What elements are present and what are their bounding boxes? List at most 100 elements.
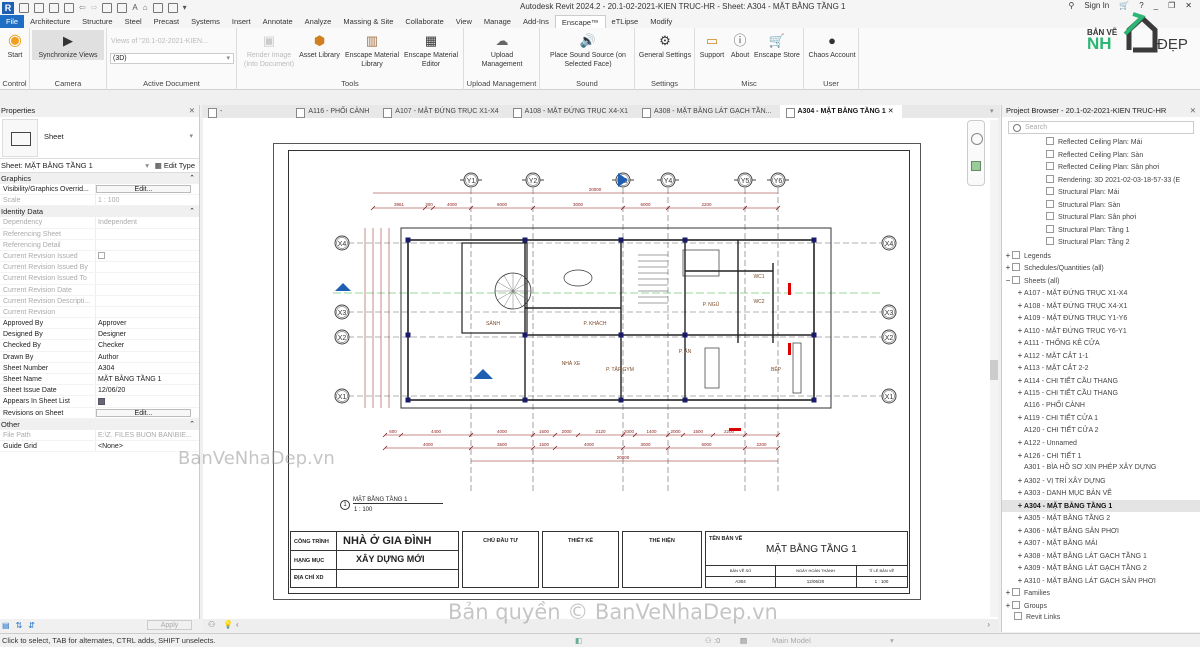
tree-item[interactable]: Reflected Ceiling Plan: Mái [1002, 137, 1200, 150]
ribbon-tab-collaborate[interactable]: Collaborate [399, 15, 449, 28]
property-row[interactable]: Designed By Designer [0, 329, 199, 341]
view-tab[interactable]: A108 - MẶT ĐỨNG TRỤC X4-X1 [507, 105, 636, 118]
property-row[interactable]: Drawn By Author [0, 351, 199, 363]
expand-icon[interactable]: + [1016, 450, 1024, 463]
expand-icon[interactable]: + [1016, 337, 1024, 350]
close-button[interactable]: ✕ [1185, 1, 1192, 10]
ribbon-tab-systems[interactable]: Systems [185, 15, 226, 28]
sheet-item[interactable]: + A304 - MẶT BẰNG TẦNG 1 [1002, 499, 1200, 512]
tree-group[interactable]: + Groups [1002, 600, 1200, 613]
material-editor-button[interactable]: ▦ Enscape Material Editor [402, 32, 460, 69]
ribbon-tab-precast[interactable]: Precast [148, 15, 185, 28]
ribbon-tab-structure[interactable]: Structure [76, 15, 118, 28]
default-3d-icon[interactable]: ⌂ [143, 3, 148, 12]
measure-icon[interactable] [117, 2, 128, 13]
scroll-thumb[interactable] [990, 360, 998, 380]
edit-button[interactable]: Edit... [96, 408, 191, 417]
ribbon-tab-massing-site[interactable]: Massing & Site [337, 15, 399, 28]
ribbon-tab-manage[interactable]: Manage [478, 15, 517, 28]
edit-type-button[interactable]: ▦ Edit Type [155, 159, 195, 173]
property-row[interactable]: Approved By Approver [0, 318, 199, 330]
property-row[interactable]: Visibility/Graphics Overrid... Edit... [0, 184, 199, 196]
ribbon-tab-modify[interactable]: Modify [644, 15, 678, 28]
property-row[interactable]: Current Revision Issued [0, 250, 199, 263]
tree-item[interactable]: Structural Plan: Tầng 1 [1002, 224, 1200, 238]
asset-library-button[interactable]: ⬢ Asset Library [297, 32, 342, 60]
ribbon-tab-architecture[interactable]: Architecture [24, 15, 76, 28]
minimize-button[interactable]: _ [1154, 1, 1158, 10]
sheet-item[interactable]: + A113 - MẶT CẮT 2-2 [1002, 362, 1200, 375]
property-row[interactable]: Sheet Issue Date 12/06/20 [0, 385, 199, 397]
property-value[interactable] [96, 273, 199, 283]
sheet-item[interactable]: + A115 - CHI TIẾT CẦU THANG [1002, 387, 1200, 400]
render-image-button[interactable]: ▣ Render Image (Into Document) [239, 32, 299, 69]
tree-item[interactable]: Structural Plan: Tầng 2 [1002, 237, 1200, 250]
close-tab-icon[interactable]: ✕ [886, 108, 894, 115]
property-value[interactable] [96, 307, 199, 317]
scroll-right-icon[interactable]: › [987, 620, 990, 629]
property-row[interactable]: Current Revision Issued By [0, 262, 199, 274]
property-value[interactable]: Independent [96, 217, 199, 227]
tree-item[interactable]: Reflected Ceiling Plan: Sân phơi [1002, 162, 1200, 175]
expand-icon[interactable]: + [1016, 362, 1024, 375]
tree-item[interactable]: Structural Plan: Mái [1002, 187, 1200, 200]
sheet-item[interactable]: + A109 - MẶT ĐỨNG TRỤC Y1-Y6 [1002, 312, 1200, 325]
expand-icon[interactable]: + [1016, 475, 1024, 488]
chevron-down-icon[interactable]: ▾ [890, 634, 894, 647]
redo-icon[interactable]: ⇨ [91, 3, 98, 12]
instance-filter[interactable]: Sheet: MẶT BẰNG TẦNG 1 ▾ ▦ Edit Type [0, 159, 199, 173]
sheet-item[interactable]: + A122 - Unnamed [1002, 437, 1200, 450]
general-settings-button[interactable]: ⚙ General Settings [637, 32, 693, 60]
close-hidden-icon[interactable] [167, 2, 178, 13]
expand-icon[interactable]: + [1016, 387, 1024, 400]
close-icon[interactable]: ✕ [189, 105, 195, 117]
tabs-dropdown-icon[interactable]: ▾ [990, 107, 994, 115]
property-row[interactable]: Scale 1 : 100 [0, 195, 199, 207]
sheet-item[interactable]: + A308 - MẶT BẰNG LÁT GẠCH TẦNG 1 [1002, 550, 1200, 563]
categorize-icon[interactable]: ▤ [2, 621, 10, 630]
ribbon-tab-steel[interactable]: Steel [119, 15, 148, 28]
expand-icon[interactable]: + [1016, 312, 1024, 325]
property-row[interactable]: Current Revision Issued To [0, 273, 199, 285]
synchronize-views-button[interactable]: ▶ Synchronize Views [32, 30, 104, 60]
help-icon[interactable]: ? [1139, 1, 1143, 10]
property-row[interactable]: Revisions on Sheet Edit... [0, 407, 199, 419]
search-binoculars-icon[interactable]: ⚲ [1068, 1, 1074, 10]
sign-in-link[interactable]: Sign In [1084, 1, 1109, 10]
expand-icon[interactable]: + [1004, 250, 1012, 263]
sheet-item[interactable]: + A110 - MẶT ĐỨNG TRỤC Y6-Y1 [1002, 325, 1200, 338]
property-value[interactable] [96, 296, 199, 306]
ribbon-tab-enscape-[interactable]: Enscape™ [554, 14, 606, 29]
expand-icon[interactable]: + [1016, 350, 1024, 363]
tree-group[interactable]: Revit Links [1002, 612, 1200, 625]
sheet-item[interactable]: + A126 - CHI TIẾT 1 [1002, 450, 1200, 463]
chaos-account-button[interactable]: ● Chaos Account [806, 32, 858, 60]
property-value[interactable] [96, 229, 199, 239]
property-row[interactable]: Dependency Independent [0, 217, 199, 229]
material-library-button[interactable]: ▥ Enscape Material Library [343, 32, 401, 69]
restore-button[interactable]: ❐ [1168, 1, 1175, 10]
sheet-item[interactable]: A301 - BÌA HỒ SƠ XIN PHÉP XÂY DỰNG [1002, 462, 1200, 475]
sheet-item[interactable]: + A119 - CHI TIẾT CỬA 1 [1002, 412, 1200, 425]
upload-management-button[interactable]: ☁ Upload Management [470, 32, 534, 69]
sheet-item[interactable]: + A303 - DANH MỤC BẢN VẼ [1002, 487, 1200, 500]
sheet-item[interactable]: + A114 - CHI TIẾT CẦU THANG [1002, 375, 1200, 388]
expand-icon[interactable]: + [1016, 550, 1024, 563]
save-icon[interactable] [49, 2, 59, 13]
tree-item[interactable]: Rendering: 3D 2021-02-03-18-57-33 (E [1002, 174, 1200, 188]
sheet-item[interactable]: + A310 - MẶT BẰNG LÁT GẠCH SÂN PHƠI [1002, 575, 1200, 588]
property-value[interactable] [96, 396, 199, 406]
expand-icon[interactable]: + [1016, 437, 1024, 450]
property-value[interactable]: E:\Z. FILES BUON BAN\BIE... [96, 430, 199, 440]
property-value[interactable]: Designer [96, 329, 199, 339]
collapse-icon[interactable]: − [1004, 275, 1012, 288]
property-value[interactable] [96, 240, 199, 250]
property-value[interactable]: 12/06/20 [96, 385, 199, 395]
scroll-left-icon[interactable]: ‹ [236, 620, 239, 629]
about-button[interactable]: ⓘ About [727, 32, 753, 60]
open-icon[interactable] [34, 2, 44, 13]
expand-icon[interactable]: + [1016, 375, 1024, 388]
worksharing-icon[interactable]: ◧ [575, 634, 582, 647]
zoom-region-icon[interactable] [971, 161, 981, 171]
group-other[interactable]: Other ⌃ [0, 418, 199, 430]
